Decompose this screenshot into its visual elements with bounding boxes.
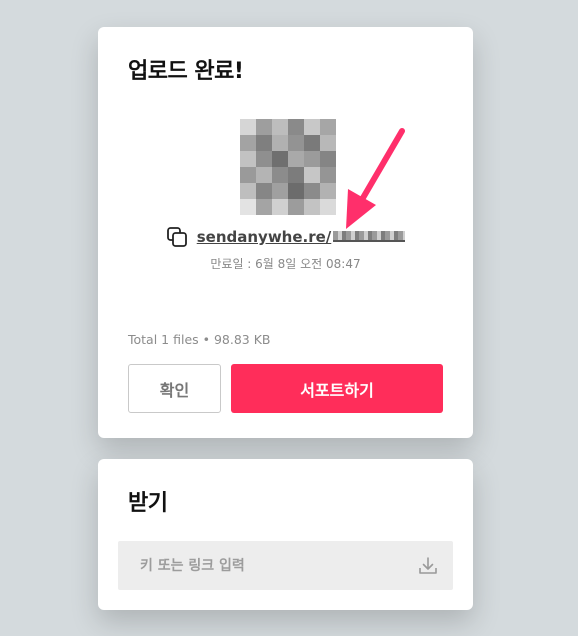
qr-pixel bbox=[256, 183, 272, 199]
qr-pixel bbox=[272, 135, 288, 151]
qr-pixel bbox=[272, 167, 288, 183]
upload-complete-card: 업로드 완료! sendanywhe.re/ 만료일 : 6월 8일 오전 08… bbox=[98, 27, 473, 438]
qr-pixel bbox=[304, 135, 320, 151]
upload-title: 업로드 완료! bbox=[128, 59, 244, 84]
share-link[interactable]: sendanywhe.re/ bbox=[197, 228, 406, 246]
qr-pixel bbox=[304, 151, 320, 167]
qr-pixel bbox=[288, 119, 304, 135]
qr-pixel bbox=[272, 199, 288, 215]
qr-pixel bbox=[272, 151, 288, 167]
qr-pixel bbox=[288, 167, 304, 183]
qr-pixel bbox=[240, 167, 256, 183]
qr-pixel bbox=[272, 119, 288, 135]
confirm-button[interactable]: 확인 bbox=[128, 364, 221, 413]
qr-pixel bbox=[304, 183, 320, 199]
qr-pixel bbox=[256, 119, 272, 135]
qr-pixel bbox=[240, 135, 256, 151]
qr-pixel bbox=[256, 199, 272, 215]
receive-title: 받기 bbox=[128, 491, 168, 516]
qr-pixel bbox=[320, 199, 336, 215]
annotation-arrow bbox=[346, 128, 405, 229]
qr-pixel bbox=[256, 135, 272, 151]
qr-pixel bbox=[272, 183, 288, 199]
qr-pixel bbox=[288, 151, 304, 167]
key-field bbox=[118, 541, 453, 590]
qr-pixel bbox=[240, 199, 256, 215]
share-link-row: sendanywhe.re/ bbox=[98, 226, 473, 248]
key-input[interactable] bbox=[118, 556, 412, 575]
qr-pixel bbox=[288, 199, 304, 215]
qr-pixel bbox=[320, 119, 336, 135]
file-info: Total 1 files • 98.83 KB bbox=[128, 332, 271, 347]
download-icon[interactable] bbox=[417, 555, 439, 577]
qr-pixel bbox=[320, 135, 336, 151]
qr-pixel bbox=[240, 119, 256, 135]
qr-pixel bbox=[320, 151, 336, 167]
qr-pixel bbox=[288, 135, 304, 151]
qr-pixel bbox=[320, 183, 336, 199]
receive-card: 받기 bbox=[98, 459, 473, 610]
share-link-text: sendanywhe.re/ bbox=[196, 228, 332, 246]
expiry-text: 만료일 : 6월 8일 오전 08:47 bbox=[210, 257, 361, 271]
redacted-link-key bbox=[333, 231, 406, 242]
qr-pixel bbox=[256, 151, 272, 167]
copy-icon[interactable] bbox=[166, 226, 188, 248]
qr-pixel bbox=[256, 167, 272, 183]
qr-pixel bbox=[240, 151, 256, 167]
qr-pixel bbox=[240, 183, 256, 199]
support-button[interactable]: 서포트하기 bbox=[231, 364, 443, 413]
qr-code bbox=[240, 119, 336, 215]
qr-pixel bbox=[320, 167, 336, 183]
qr-pixel bbox=[304, 199, 320, 215]
qr-pixel bbox=[288, 183, 304, 199]
qr-pixel bbox=[304, 119, 320, 135]
qr-pixel bbox=[304, 167, 320, 183]
